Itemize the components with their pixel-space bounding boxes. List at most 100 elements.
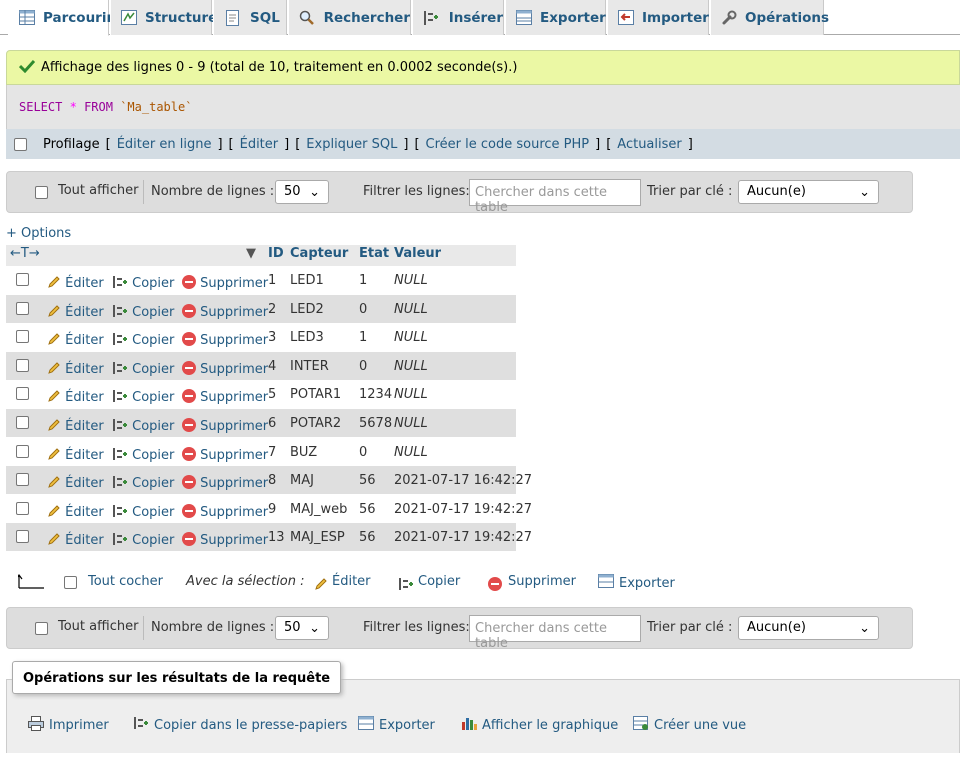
column-header-capteur[interactable]: Capteur	[290, 246, 348, 261]
row-copy-button[interactable]: Copier	[112, 473, 174, 491]
row-copy-button[interactable]: Copier	[112, 359, 174, 377]
cell-id[interactable]: 5	[268, 387, 276, 402]
cell-valeur[interactable]: 2021-07-17 19:42:27	[394, 530, 532, 545]
cell-capteur[interactable]: POTAR1	[290, 387, 341, 402]
tab-structure[interactable]: Structure	[110, 0, 217, 35]
cell-etat[interactable]: 1234	[359, 387, 392, 402]
tab-operations[interactable]: Opérations	[710, 0, 829, 35]
row-edit-button[interactable]: Éditer	[47, 473, 104, 491]
cell-id[interactable]: 6	[268, 416, 276, 431]
tab-browse[interactable]: Parcourir	[8, 0, 113, 36]
cell-etat[interactable]: 1	[359, 330, 367, 345]
edit-query-link[interactable]: Éditer	[240, 137, 279, 152]
row-edit-button[interactable]: Éditer	[47, 302, 104, 320]
row-edit-button[interactable]: Éditer	[47, 445, 104, 463]
cell-id[interactable]: 2	[268, 302, 276, 317]
sort-by-key-select[interactable]: Aucun(e) ⌄	[738, 180, 879, 204]
cell-capteur[interactable]: MAJ_web	[290, 502, 347, 517]
filter-rows-input[interactable]: Chercher dans cette table	[469, 179, 641, 215]
row-delete-button[interactable]: Supprimer	[182, 473, 268, 491]
cell-id[interactable]: 1	[268, 273, 276, 288]
cell-etat[interactable]: 0	[359, 302, 367, 317]
bulk-copy-button[interactable]: Copier	[398, 574, 460, 590]
cell-valeur[interactable]: NULL	[394, 416, 428, 431]
row-delete-button[interactable]: Supprimer	[182, 359, 268, 377]
cell-capteur[interactable]: POTAR2	[290, 416, 341, 431]
row-checkbox[interactable]	[16, 302, 29, 315]
tab-insert[interactable]: Insérer	[412, 0, 504, 35]
sort-triangle-icon[interactable]: ▼	[246, 246, 256, 261]
row-delete-button[interactable]: Supprimer	[182, 445, 268, 463]
cell-valeur[interactable]: NULL	[394, 273, 428, 288]
tab-import[interactable]: Importer	[607, 0, 709, 35]
cell-etat[interactable]: 56	[359, 502, 376, 517]
create-view-button[interactable]: Créer une vue	[633, 716, 746, 735]
row-edit-button[interactable]: Éditer	[47, 359, 104, 377]
print-button[interactable]: Imprimer	[28, 716, 109, 735]
cell-capteur[interactable]: MAJ	[290, 473, 314, 488]
options-link[interactable]: + Options	[6, 226, 71, 241]
row-copy-button[interactable]: Copier	[112, 330, 174, 348]
cell-capteur[interactable]: BUZ	[290, 445, 317, 460]
cell-valeur[interactable]: NULL	[394, 387, 428, 402]
row-edit-button[interactable]: Éditer	[47, 416, 104, 434]
row-copy-button[interactable]: Copier	[112, 445, 174, 463]
rows-count-select[interactable]: 50 ⌄	[275, 616, 329, 640]
cell-id[interactable]: 13	[268, 530, 285, 545]
row-copy-button[interactable]: Copier	[112, 387, 174, 405]
display-chart-button[interactable]: Afficher le graphique	[461, 716, 618, 734]
row-edit-button[interactable]: Éditer	[47, 273, 104, 291]
cell-etat[interactable]: 0	[359, 445, 367, 460]
create-php-code-link[interactable]: Créer le code source PHP	[426, 137, 590, 152]
show-all-checkbox[interactable]	[35, 186, 48, 199]
export-results-button[interactable]: Exporter	[358, 716, 435, 734]
column-resize-arrows-icon[interactable]: ←T→	[10, 246, 40, 261]
check-all-label[interactable]: Tout cocher	[88, 574, 163, 589]
cell-etat[interactable]: 1	[359, 273, 367, 288]
filter-rows-input[interactable]: Chercher dans cette table	[469, 615, 641, 651]
bulk-delete-button[interactable]: Supprimer	[488, 574, 576, 591]
cell-valeur[interactable]: NULL	[394, 330, 428, 345]
row-edit-button[interactable]: Éditer	[47, 330, 104, 348]
row-checkbox[interactable]	[16, 330, 29, 343]
row-checkbox[interactable]	[16, 530, 29, 543]
row-delete-button[interactable]: Supprimer	[182, 530, 268, 548]
cell-valeur[interactable]: 2021-07-17 19:42:27	[394, 502, 532, 517]
row-delete-button[interactable]: Supprimer	[182, 302, 268, 320]
cell-capteur[interactable]: LED3	[290, 330, 324, 345]
row-copy-button[interactable]: Copier	[112, 530, 174, 548]
row-copy-button[interactable]: Copier	[112, 416, 174, 434]
edit-inline-link[interactable]: Éditer en ligne	[117, 137, 212, 152]
row-checkbox[interactable]	[16, 473, 29, 486]
row-delete-button[interactable]: Supprimer	[182, 330, 268, 348]
bulk-edit-button[interactable]: Éditer	[314, 574, 371, 590]
cell-etat[interactable]: 56	[359, 530, 376, 545]
row-delete-button[interactable]: Supprimer	[182, 416, 268, 434]
cell-id[interactable]: 8	[268, 473, 276, 488]
row-delete-button[interactable]: Supprimer	[182, 502, 268, 520]
column-header-id[interactable]: ID	[268, 246, 284, 261]
refresh-link[interactable]: Actualiser	[617, 137, 681, 152]
row-copy-button[interactable]: Copier	[112, 302, 174, 320]
row-checkbox[interactable]	[16, 359, 29, 372]
cell-etat[interactable]: 5678	[359, 416, 392, 431]
cell-valeur[interactable]: NULL	[394, 445, 428, 460]
cell-etat[interactable]: 0	[359, 359, 367, 374]
cell-valeur[interactable]: NULL	[394, 302, 428, 317]
row-copy-button[interactable]: Copier	[112, 273, 174, 291]
row-edit-button[interactable]: Éditer	[47, 387, 104, 405]
cell-capteur[interactable]: INTER	[290, 359, 329, 374]
column-header-etat[interactable]: Etat	[359, 246, 389, 261]
row-checkbox[interactable]	[16, 387, 29, 400]
row-checkbox[interactable]	[16, 273, 29, 286]
cell-valeur[interactable]: NULL	[394, 359, 428, 374]
row-edit-button[interactable]: Éditer	[47, 502, 104, 520]
sort-by-key-select[interactable]: Aucun(e) ⌄	[738, 616, 879, 640]
row-delete-button[interactable]: Supprimer	[182, 387, 268, 405]
tab-sql[interactable]: SQL	[213, 0, 287, 35]
row-edit-button[interactable]: Éditer	[47, 530, 104, 548]
row-copy-button[interactable]: Copier	[112, 502, 174, 520]
cell-id[interactable]: 7	[268, 445, 276, 460]
tab-export[interactable]: Exporter	[505, 0, 606, 35]
rows-count-select[interactable]: 50 ⌄	[275, 180, 329, 204]
